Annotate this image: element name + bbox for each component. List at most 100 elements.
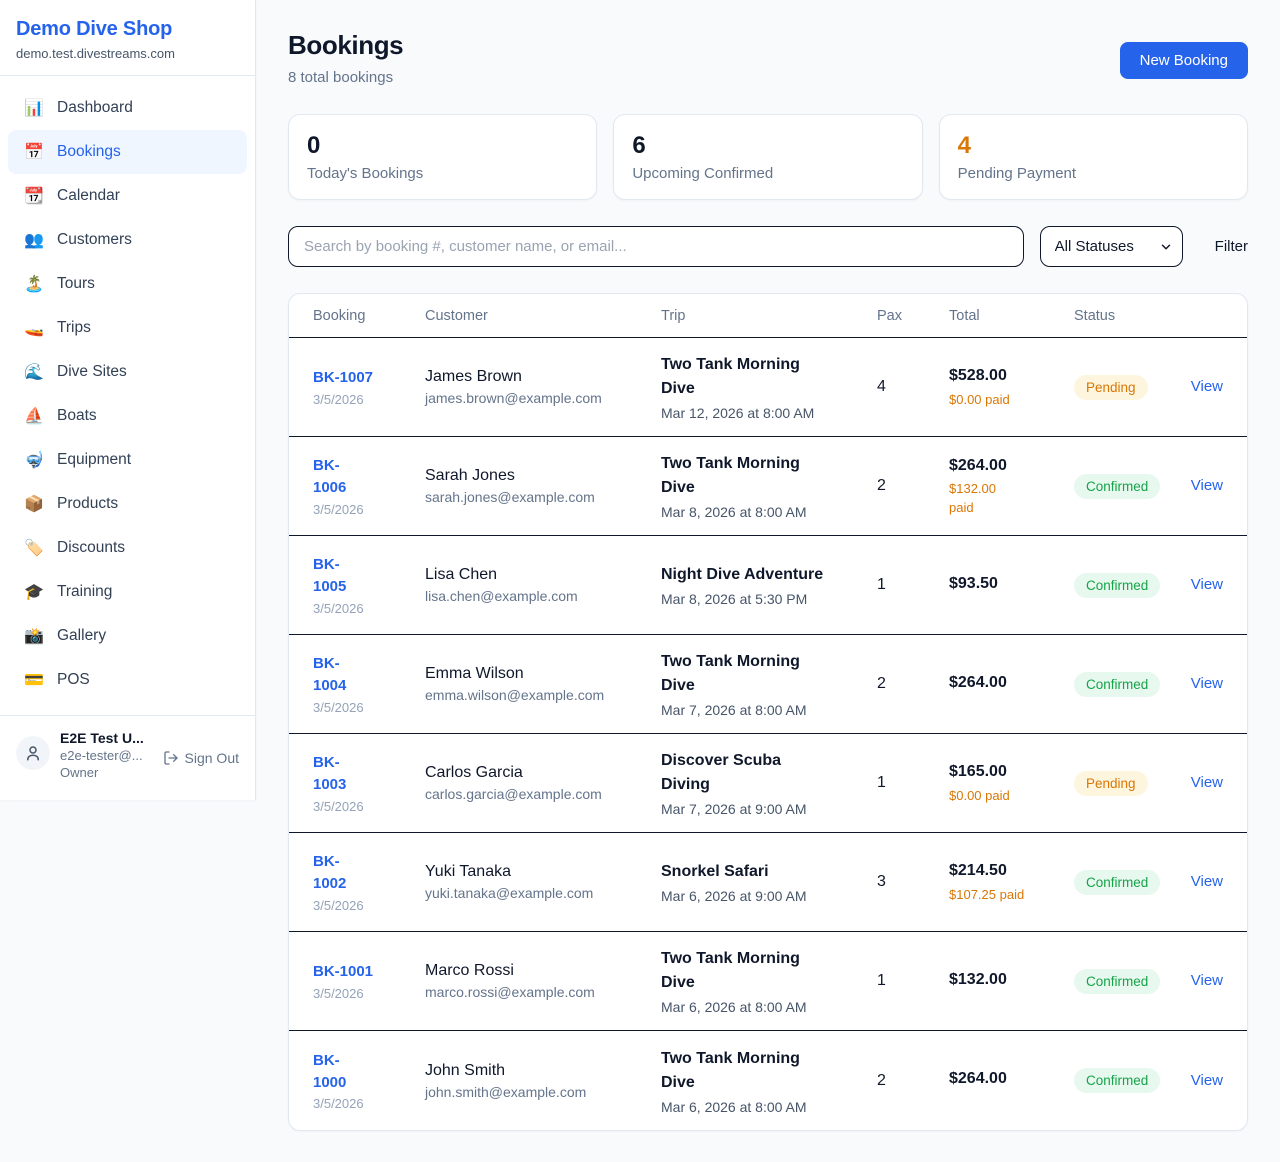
stat-label: Today's Bookings [307,165,578,182]
sidebar-item[interactable]: 🚤 Trips [8,306,247,350]
booking-date: 3/5/2026 [313,502,425,517]
trip-cell: Night Dive Adventure Mar 8, 2026 at 5:30… [661,563,877,607]
table-header-row: Booking Customer Trip Pax Total Status [289,294,1247,338]
total-amount: $165.00 [949,760,1074,783]
sidebar-item[interactable]: 🏷️ Discounts [8,526,247,570]
sidebar-item[interactable]: 💳 POS [8,658,247,702]
customer-cell: Carlos Garcia carlos.garcia@example.com [425,764,661,802]
booking-cell: BK-1003 3/5/2026 [313,752,425,814]
sidebar-item[interactable]: ⛵ Boats [8,394,247,438]
customer-name: Emma Wilson [425,665,661,683]
view-cell: View [1191,1072,1223,1090]
brand-title[interactable]: Demo Dive Shop [16,18,239,41]
sidebar-item-icon: 🚤 [24,318,44,338]
sidebar-item[interactable]: 🏝️ Tours [8,262,247,306]
pax-cell: 2 [877,477,949,495]
sidebar-item[interactable]: 📊 Dashboard [8,86,247,130]
sidebar-item[interactable]: 🎓 Training [8,570,247,614]
sidebar-item-label: Customers [57,231,132,249]
total-amount: $264.00 [949,454,1074,477]
customer-cell: Yuki Tanaka yuki.tanaka@example.com [425,863,661,901]
view-cell: View [1191,873,1223,891]
booking-id-link[interactable]: BK-1002 [313,851,425,895]
view-link[interactable]: View [1191,477,1223,494]
view-link[interactable]: View [1191,378,1223,395]
new-booking-button[interactable]: New Booking [1120,42,1248,79]
view-link[interactable]: View [1191,576,1223,593]
booking-id-link[interactable]: BK-1000 [313,1050,425,1094]
customer-email: john.smith@example.com [425,1084,661,1100]
customer-cell: Emma Wilson emma.wilson@example.com [425,665,661,703]
customer-name: Carlos Garcia [425,764,661,782]
booking-id-link[interactable]: BK-1005 [313,554,425,598]
view-link[interactable]: View [1191,972,1223,989]
sidebar-item[interactable]: 📦 Products [8,482,247,526]
status-cell: Confirmed [1074,573,1191,598]
status-select[interactable]: All Statuses [1040,226,1183,267]
sidebar-item[interactable]: 🤿 Equipment [8,438,247,482]
booking-id-link[interactable]: BK-1001 [313,961,425,983]
trip-cell: Two Tank MorningDive Mar 6, 2026 at 8:00… [661,1047,877,1115]
sidebar-item[interactable]: 📆 Calendar [8,174,247,218]
sidebar-item-icon: 📦 [24,494,44,514]
filter-button[interactable]: Filter [1215,238,1248,255]
booking-cell: BK-1001 3/5/2026 [313,961,425,1001]
booking-id-link[interactable]: BK-1003 [313,752,425,796]
sidebar-item-label: Dive Sites [57,363,127,381]
sidebar-item-icon: 🏷️ [24,538,44,558]
status-cell: Confirmed [1074,1068,1191,1093]
booking-id-link[interactable]: BK-1007 [313,367,425,389]
stat-label: Upcoming Confirmed [632,165,903,182]
sidebar-item-icon: 📅 [24,142,44,162]
total-amount: $132.00 [949,968,1074,991]
customer-email: emma.wilson@example.com [425,687,661,703]
table-row: BK-1000 3/5/2026 John Smith john.smith@e… [289,1031,1247,1130]
trip-name: Two Tank MorningDive [661,452,877,500]
user-block: E2E Test U... e2e-tester@... Owner Sign … [0,715,255,800]
customer-email: sarah.jones@example.com [425,489,661,505]
booking-date: 3/5/2026 [313,392,425,407]
table-row: BK-1003 3/5/2026 Carlos Garcia carlos.ga… [289,734,1247,833]
stat-card: 6 Upcoming Confirmed [613,114,922,200]
person-icon [24,744,42,762]
sidebar-nav: 📊 Dashboard 📅 Bookings 📆 Calendar 👥 Cust… [0,76,255,712]
sidebar-item[interactable]: 👥 Customers [8,218,247,262]
sidebar-item-label: Training [57,583,112,601]
view-link[interactable]: View [1191,873,1223,890]
customer-name: Sarah Jones [425,467,661,485]
main-content: Bookings 8 total bookings New Booking 0 … [256,0,1280,1162]
brand-block[interactable]: Demo Dive Shop demo.test.divestreams.com [0,0,255,76]
total-cell: $165.00 $0.00 paid [949,760,1074,805]
search-input[interactable] [288,226,1024,267]
sign-out-button[interactable]: Sign Out [163,750,239,766]
view-link[interactable]: View [1191,675,1223,692]
trip-cell: Snorkel Safari Mar 6, 2026 at 9:00 AM [661,860,877,904]
sidebar-item-icon: 🤿 [24,450,44,470]
customer-name: John Smith [425,1062,661,1080]
total-amount: $264.00 [949,1067,1074,1090]
sidebar-item[interactable]: 🌊 Dive Sites [8,350,247,394]
pax-cell: 4 [877,378,949,396]
view-link[interactable]: View [1191,1072,1223,1089]
total-cell: $528.00 $0.00 paid [949,364,1074,409]
sidebar-item[interactable]: 📅 Bookings [8,130,247,174]
table-row: BK-1004 3/5/2026 Emma Wilson emma.wilson… [289,635,1247,734]
trip-cell: Two Tank MorningDive Mar 8, 2026 at 8:00… [661,452,877,520]
status-badge: Confirmed [1074,969,1160,994]
booking-id-link[interactable]: BK-1006 [313,455,425,499]
sidebar-item-label: Gallery [57,627,106,645]
status-badge: Confirmed [1074,573,1160,598]
sidebar-item[interactable]: 📸 Gallery [8,614,247,658]
view-link[interactable]: View [1191,774,1223,791]
trip-name: Discover ScubaDiving [661,749,877,797]
status-badge: Pending [1074,771,1148,796]
booking-id-link[interactable]: BK-1004 [313,653,425,697]
status-select-wrap: All Statuses [1040,226,1183,267]
customer-name: Marco Rossi [425,962,661,980]
sidebar-item-icon: 🏝️ [24,274,44,294]
sidebar-item-label: Boats [57,407,97,425]
trip-name: Night Dive Adventure [661,563,877,587]
trip-name: Two Tank MorningDive [661,1047,877,1095]
status-badge: Confirmed [1074,1068,1160,1093]
trip-cell: Two Tank MorningDive Mar 6, 2026 at 8:00… [661,947,877,1015]
